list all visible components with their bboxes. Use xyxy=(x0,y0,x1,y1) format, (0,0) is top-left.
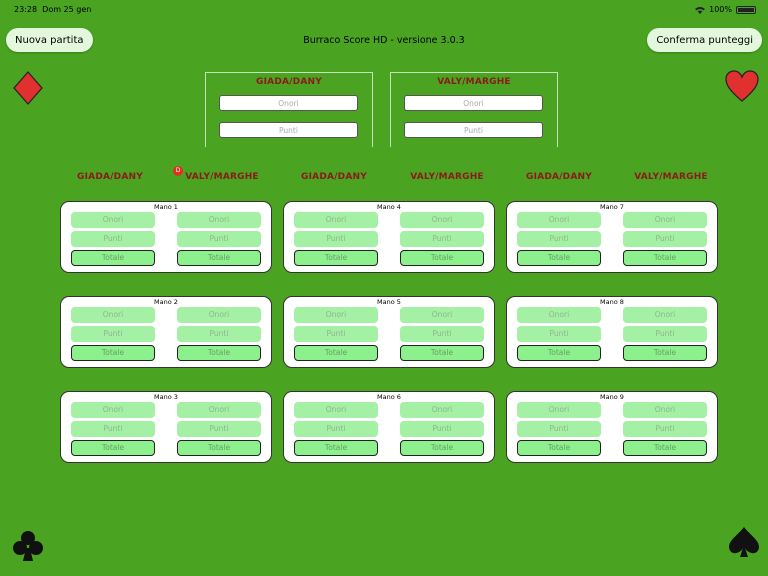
hand-title: Mano 6 xyxy=(377,393,401,401)
hand-card-5: Mano 5 Onori Onori Punti Punti Totale To… xyxy=(283,296,495,368)
team-b-onori-field[interactable]: Onori xyxy=(623,402,707,418)
team-a-totale-field: Totale xyxy=(294,250,378,266)
team-a-punti-field[interactable]: Punti xyxy=(517,326,601,342)
team-b-punti-field[interactable]: Punti xyxy=(400,421,484,437)
team-b-totale-field: Totale xyxy=(623,440,707,456)
team-a-punti-field[interactable]: Punti xyxy=(517,421,601,437)
team-b-punti-field[interactable]: Punti xyxy=(400,231,484,247)
entry-box-team-a: GIADA/DANY Onori Punti xyxy=(205,72,373,147)
status-time-date: 23:28 Dom 25 gen xyxy=(14,5,92,14)
team-b-punti-field[interactable]: Punti xyxy=(400,326,484,342)
column-header-team-b: VALY/MARGHE xyxy=(185,172,259,182)
team-a-totale-field: Totale xyxy=(71,345,155,361)
column-header-team-a: GIADA/DANY xyxy=(77,172,143,182)
team-b-onori-field[interactable]: Onori xyxy=(177,307,261,323)
team-b-onori-field[interactable]: Onori xyxy=(400,307,484,323)
column-header-team-a: GIADA/DANY xyxy=(301,172,367,182)
hand-title: Mano 4 xyxy=(377,203,401,211)
status-bar: 23:28 Dom 25 gen 100% xyxy=(0,0,768,18)
club-suit-icon xyxy=(13,531,43,561)
team-b-punti-field[interactable]: Punti xyxy=(623,231,707,247)
team-a-punti-field[interactable]: Punti xyxy=(71,421,155,437)
team-b-onori-field[interactable]: Onori xyxy=(623,212,707,228)
team-b-totale-field: Totale xyxy=(177,440,261,456)
battery-icon xyxy=(736,5,756,14)
team-a-punti-field[interactable]: Punti xyxy=(71,326,155,342)
entry-box-team-b: VALY/MARGHE Onori Punti xyxy=(390,72,558,147)
team-b-onori-field[interactable]: Onori xyxy=(177,402,261,418)
hand-card-4: Mano 4 Onori Onori Punti Punti Totale To… xyxy=(283,201,495,273)
hand-card-3: Mano 3 Onori Onori Punti Punti Totale To… xyxy=(60,391,272,463)
team-a-onori-field[interactable]: Onori xyxy=(71,212,155,228)
team-a-totale-field: Totale xyxy=(294,345,378,361)
team-b-punti-field[interactable]: Punti xyxy=(177,326,261,342)
team-a-onori-field[interactable]: Onori xyxy=(71,307,155,323)
team-a-punti-field[interactable]: Punti xyxy=(294,326,378,342)
hand-card-1: Mano 1 Onori Onori Punti Punti Totale To… xyxy=(60,201,272,273)
team-b-totale-field: Totale xyxy=(623,345,707,361)
entry-team-a-name: GIADA/DANY xyxy=(256,77,322,87)
hand-title: Mano 3 xyxy=(154,393,178,401)
team-a-totale-field: Totale xyxy=(71,440,155,456)
team-b-totale-field: Totale xyxy=(623,250,707,266)
entry-team-b-name: VALY/MARGHE xyxy=(437,77,511,87)
team-a-punti-field[interactable]: Punti xyxy=(294,231,378,247)
team-b-punti-field[interactable]: Punti xyxy=(177,231,261,247)
team-a-punti-field[interactable]: Punti xyxy=(517,231,601,247)
hand-title: Mano 8 xyxy=(600,298,624,306)
team-b-totale-field: Totale xyxy=(400,250,484,266)
hand-title: Mano 7 xyxy=(600,203,624,211)
hand-card-9: Mano 9 Onori Onori Punti Punti Totale To… xyxy=(506,391,718,463)
team-a-onori-field[interactable]: Onori xyxy=(294,212,378,228)
hand-title: Mano 1 xyxy=(154,203,178,211)
team-b-totale-field: Totale xyxy=(400,440,484,456)
team-b-punti-field[interactable]: Punti xyxy=(623,421,707,437)
team-a-totale-field: Totale xyxy=(71,250,155,266)
column-header-team-b: VALY/MARGHE xyxy=(634,172,708,182)
entry-team-a-punti-input[interactable]: Punti xyxy=(219,122,358,138)
hand-card-6: Mano 6 Onori Onori Punti Punti Totale To… xyxy=(283,391,495,463)
team-b-totale-field: Totale xyxy=(177,345,261,361)
diamond-suit-icon xyxy=(13,71,43,105)
hand-card-7: Mano 7 Onori Onori Punti Punti Totale To… xyxy=(506,201,718,273)
entry-team-b-onori-input[interactable]: Onori xyxy=(404,95,543,111)
team-a-totale-field: Totale xyxy=(517,345,601,361)
team-a-totale-field: Totale xyxy=(517,250,601,266)
team-a-onori-field[interactable]: Onori xyxy=(294,402,378,418)
team-b-punti-field[interactable]: Punti xyxy=(623,326,707,342)
team-b-onori-field[interactable]: Onori xyxy=(400,402,484,418)
team-a-punti-field[interactable]: Punti xyxy=(71,231,155,247)
app-title: Burraco Score HD - versione 3.0.3 xyxy=(303,35,465,46)
wifi-icon xyxy=(695,6,706,14)
team-b-punti-field[interactable]: Punti xyxy=(177,421,261,437)
column-header-team-a: GIADA/DANY xyxy=(526,172,592,182)
team-b-onori-field[interactable]: Onori xyxy=(177,212,261,228)
hand-title: Mano 9 xyxy=(600,393,624,401)
team-a-totale-field: Totale xyxy=(294,440,378,456)
team-a-onori-field[interactable]: Onori xyxy=(71,402,155,418)
spade-suit-icon xyxy=(729,527,759,557)
team-a-onori-field[interactable]: Onori xyxy=(517,307,601,323)
team-b-totale-field: Totale xyxy=(177,250,261,266)
status-right: 100% xyxy=(695,5,756,14)
team-a-onori-field[interactable]: Onori xyxy=(517,402,601,418)
team-b-onori-field[interactable]: Onori xyxy=(623,307,707,323)
hand-title: Mano 5 xyxy=(377,298,401,306)
hand-title: Mano 2 xyxy=(154,298,178,306)
team-a-totale-field: Totale xyxy=(517,440,601,456)
entry-team-b-punti-input[interactable]: Punti xyxy=(404,122,543,138)
heart-suit-icon xyxy=(725,70,759,102)
column-header-team-b: VALY/MARGHE xyxy=(410,172,484,182)
hand-card-2: Mano 2 Onori Onori Punti Punti Totale To… xyxy=(60,296,272,368)
entry-team-a-onori-input[interactable]: Onori xyxy=(219,95,358,111)
team-b-onori-field[interactable]: Onori xyxy=(400,212,484,228)
battery-percent: 100% xyxy=(709,5,732,14)
team-a-punti-field[interactable]: Punti xyxy=(294,421,378,437)
team-a-onori-field[interactable]: Onori xyxy=(517,212,601,228)
hand-card-8: Mano 8 Onori Onori Punti Punti Totale To… xyxy=(506,296,718,368)
team-b-totale-field: Totale xyxy=(400,345,484,361)
team-a-onori-field[interactable]: Onori xyxy=(294,307,378,323)
